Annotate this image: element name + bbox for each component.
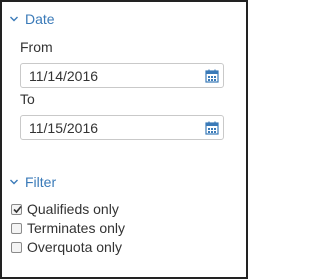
date-section-header[interactable]: Date xyxy=(9,11,55,27)
overquota-only-label: Overquota only xyxy=(27,239,122,255)
from-label: From xyxy=(20,39,53,55)
terminates-only-label: Terminates only xyxy=(27,220,126,236)
from-date-value: 11/14/2016 xyxy=(29,68,99,84)
to-date-input[interactable]: 11/15/2016 xyxy=(20,115,224,140)
overquota-only-checkbox[interactable] xyxy=(11,241,22,253)
filter-section-header[interactable]: Filter xyxy=(9,174,56,190)
from-date-input[interactable]: 11/14/2016 xyxy=(20,63,224,88)
date-section-title: Date xyxy=(25,11,55,27)
filter-panel: Date From 11/14/2016 To 11/15/2016 Filte… xyxy=(0,0,248,279)
terminates-only-option[interactable]: Terminates only xyxy=(11,220,125,236)
checkmark-icon xyxy=(13,205,22,213)
chevron-down-icon xyxy=(10,16,18,22)
terminates-only-checkbox[interactable] xyxy=(11,222,22,234)
overquota-only-option[interactable]: Overquota only xyxy=(11,239,122,255)
calendar-icon[interactable] xyxy=(205,69,219,83)
qualifieds-only-option[interactable]: Qualifieds only xyxy=(11,201,119,217)
chevron-down-icon xyxy=(10,179,18,185)
qualifieds-only-label: Qualifieds only xyxy=(27,201,119,217)
calendar-icon[interactable] xyxy=(205,121,219,135)
to-date-value: 11/15/2016 xyxy=(29,120,99,136)
qualifieds-only-checkbox[interactable] xyxy=(11,203,22,215)
filter-section-title: Filter xyxy=(25,174,57,190)
to-label: To xyxy=(20,91,35,107)
